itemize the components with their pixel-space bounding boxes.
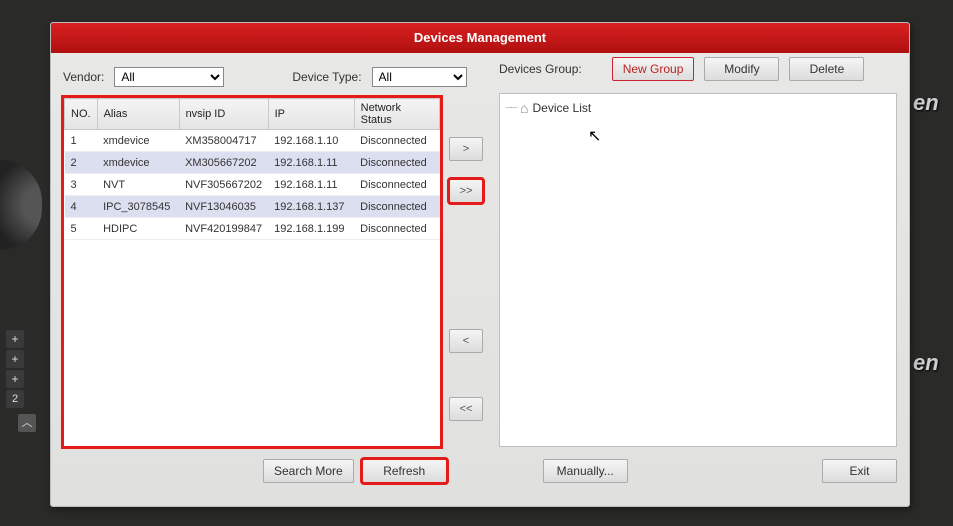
cell-ip: 192.168.1.11 [268, 174, 354, 196]
delete-button[interactable]: Delete [789, 57, 864, 81]
table-row[interactable]: 1xmdeviceXM358004717192.168.1.10Disconne… [65, 130, 440, 152]
cell-alias: IPC_3078545 [97, 196, 179, 218]
manually-button[interactable]: Manually... [543, 459, 628, 483]
cell-ip: 192.168.1.10 [268, 130, 354, 152]
bg-collapse-icon[interactable]: ︿ [18, 414, 36, 432]
cell-nvsip: XM305667202 [179, 152, 268, 174]
home-icon: ⌂ [520, 100, 528, 116]
vendor-label: Vendor: [63, 70, 104, 84]
device-type-label: Device Type: [292, 70, 361, 84]
new-group-button[interactable]: New Group [612, 57, 695, 81]
bg-brand-text: en [913, 90, 953, 130]
bg-left-sidebar: + + + 2 ︿ [0, 160, 45, 434]
cell-nvsip: XM358004717 [179, 130, 268, 152]
devices-management-dialog: Devices Management Vendor: All Device Ty… [50, 22, 910, 507]
device-group-tree[interactable]: ┈┈ ⌂ Device List ↖ [499, 93, 897, 447]
col-no[interactable]: NO. [65, 99, 98, 130]
cell-no: 3 [65, 174, 98, 196]
bg-joystick-icon [0, 160, 42, 250]
cell-ip: 192.168.1.137 [268, 196, 354, 218]
cell-no: 2 [65, 152, 98, 174]
remove-all-button[interactable]: << [449, 397, 483, 421]
table-header-row: NO. Alias nvsip ID IP Network Status [65, 99, 440, 130]
cell-ip: 192.168.1.11 [268, 152, 354, 174]
device-type-select[interactable]: All [372, 67, 467, 87]
cell-alias: xmdevice [97, 152, 179, 174]
cell-no: 1 [65, 130, 98, 152]
vendor-select[interactable]: All [114, 67, 224, 87]
exit-button[interactable]: Exit [822, 459, 897, 483]
add-button[interactable]: > [449, 137, 483, 161]
search-more-button[interactable]: Search More [263, 459, 354, 483]
col-status[interactable]: Network Status [354, 99, 439, 130]
refresh-button[interactable]: Refresh [362, 459, 447, 483]
cell-status: Disconnected [354, 174, 439, 196]
dialog-footer: Search More Refresh Manually... Exit [51, 447, 909, 483]
cell-no: 5 [65, 218, 98, 240]
table-row[interactable]: 4IPC_3078545NVF13046035192.168.1.137Disc… [65, 196, 440, 218]
dialog-title: Devices Management [51, 23, 909, 53]
transfer-arrows: > >> < << [449, 97, 491, 447]
tree-root-label: Device List [533, 101, 592, 115]
devices-group-label: Devices Group: [499, 62, 582, 76]
devices-table[interactable]: NO. Alias nvsip ID IP Network Status 1xm… [64, 98, 440, 240]
cell-nvsip: NVF420199847 [179, 218, 268, 240]
tree-root-item[interactable]: ┈┈ ⌂ Device List [506, 100, 890, 116]
col-alias[interactable]: Alias [97, 99, 179, 130]
bg-plus-button[interactable]: + [6, 330, 24, 348]
groups-column: Devices Group: New Group Modify Delete ┈… [499, 97, 897, 447]
bg-plus-button[interactable]: + [6, 350, 24, 368]
cell-nvsip: NVF13046035 [179, 196, 268, 218]
modify-button[interactable]: Modify [704, 57, 779, 81]
devices-table-panel: NO. Alias nvsip ID IP Network Status 1xm… [63, 97, 441, 447]
cell-ip: 192.168.1.199 [268, 218, 354, 240]
cell-status: Disconnected [354, 196, 439, 218]
bg-brand-text-2: en [913, 350, 953, 390]
bg-plus-button[interactable]: + [6, 370, 24, 388]
cell-status: Disconnected [354, 130, 439, 152]
cell-nvsip: NVF305667202 [179, 174, 268, 196]
tree-connector: ┈┈ [506, 103, 516, 114]
add-all-button[interactable]: >> [449, 179, 483, 203]
cell-alias: HDIPC [97, 218, 179, 240]
cell-status: Disconnected [354, 218, 439, 240]
cell-status: Disconnected [354, 152, 439, 174]
cursor-icon: ↖ [588, 126, 601, 146]
cell-no: 4 [65, 196, 98, 218]
table-row[interactable]: 2xmdeviceXM305667202192.168.1.11Disconne… [65, 152, 440, 174]
bg-num-button[interactable]: 2 [6, 390, 24, 408]
groups-header: Devices Group: New Group Modify Delete [499, 57, 897, 81]
col-nvsip[interactable]: nvsip ID [179, 99, 268, 130]
cell-alias: NVT [97, 174, 179, 196]
table-row[interactable]: 3NVTNVF305667202192.168.1.11Disconnected [65, 174, 440, 196]
col-ip[interactable]: IP [268, 99, 354, 130]
remove-button[interactable]: < [449, 329, 483, 353]
table-row[interactable]: 5HDIPCNVF420199847192.168.1.199Disconnec… [65, 218, 440, 240]
cell-alias: xmdevice [97, 130, 179, 152]
